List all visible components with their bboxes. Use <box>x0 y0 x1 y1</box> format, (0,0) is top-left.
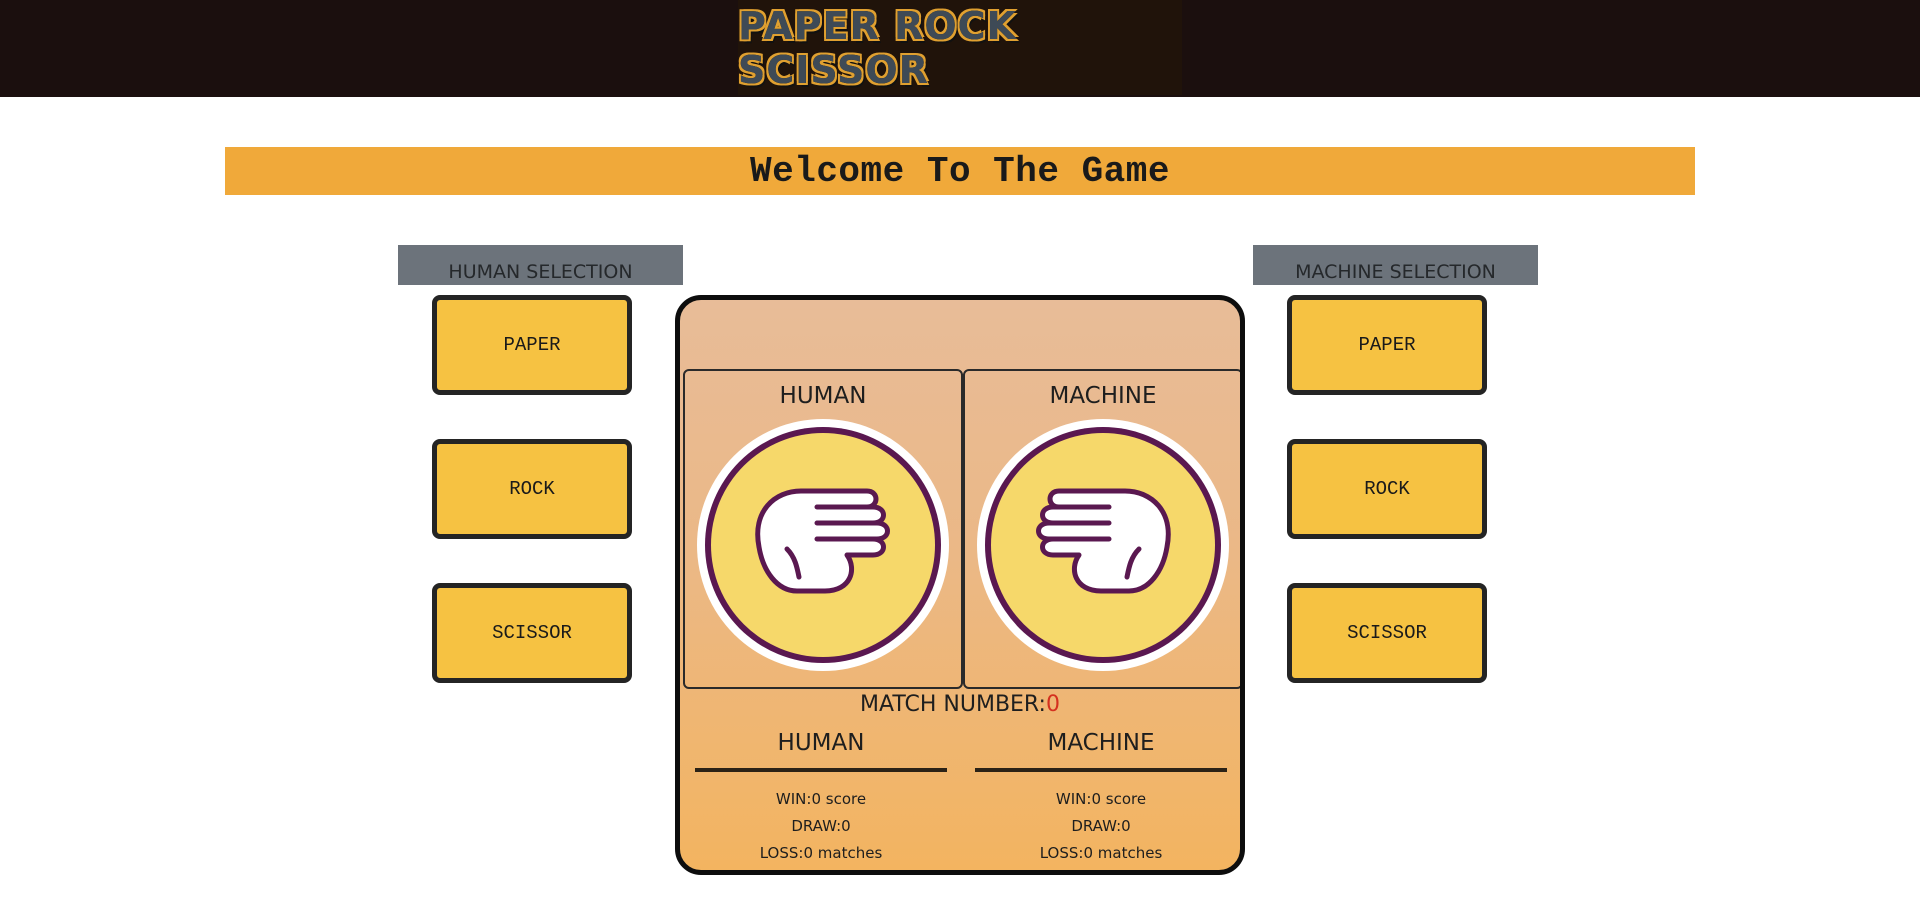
machine-hand-display <box>977 419 1229 671</box>
human-win-count: WIN:0 score <box>775 790 867 808</box>
human-rock-button[interactable]: ROCK <box>432 439 632 539</box>
match-number-line: MATCH NUMBER:0 <box>680 692 1240 717</box>
human-choice-panel: HUMAN <box>683 369 963 689</box>
human-score-divider <box>695 768 947 772</box>
match-number-value: 0 <box>1045 692 1060 717</box>
human-draw-count: DRAW:0 <box>791 817 851 835</box>
game-arena: HUMAN MACHINE MATCH NUMBER:0 HUMAN WIN:0… <box>675 295 1245 875</box>
machine-scoreboard: MACHINE WIN:0 score DRAW:0 LOSS:0 matche… <box>975 726 1227 867</box>
machine-panel-title: MACHINE <box>1049 383 1157 409</box>
rock-hand-icon <box>985 427 1221 663</box>
human-paper-button[interactable]: PAPER <box>432 295 632 395</box>
machine-selection-title: MACHINE SELECTION <box>1295 261 1496 283</box>
rock-hand-icon <box>705 427 941 663</box>
machine-draw-count: DRAW:0 <box>1071 817 1131 835</box>
human-hand-display <box>697 419 949 671</box>
human-scissor-button[interactable]: SCISSOR <box>432 583 632 683</box>
machine-paper-button[interactable]: PAPER <box>1287 295 1487 395</box>
logo-text: PAPER ROCK SCISSOR <box>738 3 1017 92</box>
machine-score-title: MACHINE <box>1047 730 1155 756</box>
top-bar: PAPER ROCK SCISSOR <box>0 0 1920 97</box>
human-selection-title: HUMAN SELECTION <box>448 261 633 283</box>
human-scoreboard: HUMAN WIN:0 score DRAW:0 LOSS:0 matches <box>695 726 947 867</box>
human-panel-title: HUMAN <box>779 383 867 409</box>
machine-score-divider <box>975 768 1227 772</box>
machine-win-count: WIN:0 score <box>1055 790 1147 808</box>
match-number-label: MATCH NUMBER: <box>860 692 1046 717</box>
human-score-title: HUMAN <box>777 730 865 756</box>
human-selection-header: HUMAN SELECTION <box>398 245 683 285</box>
machine-loss-count: LOSS:0 matches <box>1039 844 1163 862</box>
human-loss-count: LOSS:0 matches <box>759 844 883 862</box>
welcome-banner: Welcome To The Game <box>225 147 1695 195</box>
welcome-title: Welcome To The Game <box>750 150 1170 192</box>
machine-scissor-button[interactable]: SCISSOR <box>1287 583 1487 683</box>
machine-rock-button[interactable]: ROCK <box>1287 439 1487 539</box>
machine-choice-panel: MACHINE <box>963 369 1240 689</box>
machine-selection-header: MACHINE SELECTION <box>1253 245 1538 285</box>
game-logo: PAPER ROCK SCISSOR <box>738 0 1182 95</box>
